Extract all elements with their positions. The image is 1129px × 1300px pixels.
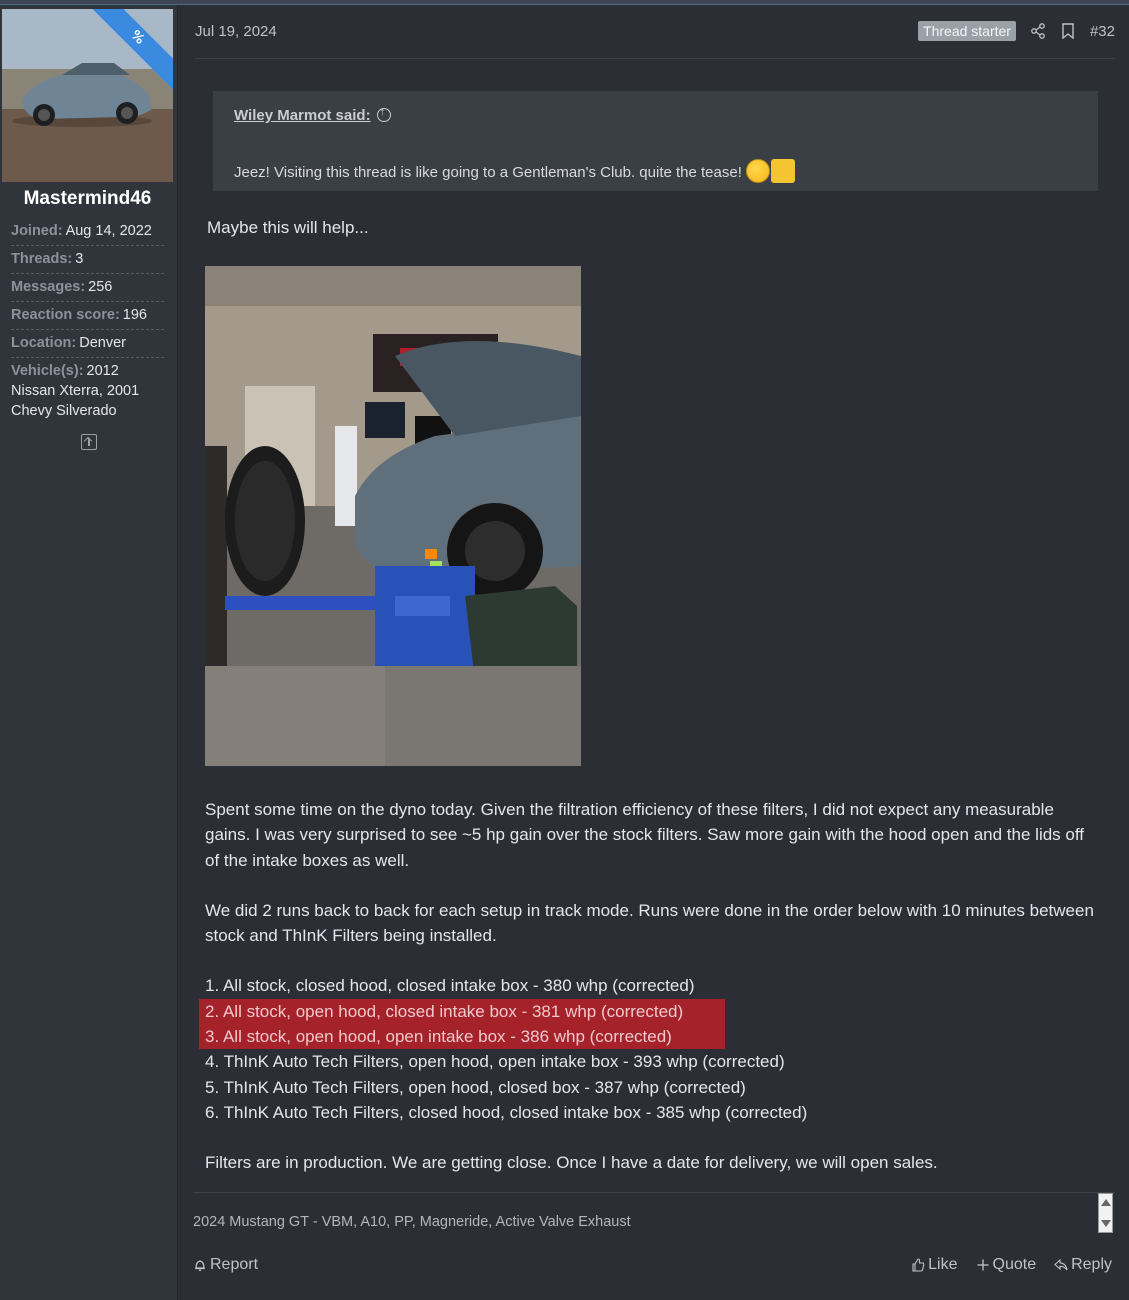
plus-icon [977, 1259, 988, 1271]
collapse-up-icon[interactable] [81, 434, 97, 450]
list-item: 5. ThInK Auto Tech Filters, open hood, c… [205, 1077, 746, 1097]
post-date[interactable]: Jul 19, 2024 [195, 23, 277, 40]
quote-block: Wiley Marmot said: Jeez! Visiting this t… [213, 91, 1098, 191]
share-icon[interactable] [1030, 23, 1046, 39]
post-closing: Filters are in production. We are gettin… [205, 1153, 938, 1173]
signature: 2024 Mustang GT - VBM, A10, PP, Magnerid… [193, 1214, 631, 1230]
post-paragraph-1: Spent some time on the dyno today. Given… [205, 800, 1084, 870]
post-paragraph-2: We did 2 runs back to back for each setu… [205, 900, 1094, 946]
report-label: Report [210, 1256, 259, 1273]
scroll-up-arrow-icon[interactable] [1101, 1199, 1111, 1206]
bell-icon [195, 1260, 205, 1272]
like-button[interactable]: Like [911, 1256, 958, 1274]
dyno-photo[interactable] [205, 266, 581, 766]
quote-button[interactable]: Quote [976, 1256, 1037, 1274]
reply-button[interactable]: Reply [1054, 1256, 1112, 1274]
quote-author[interactable]: Wiley Marmot said: [234, 106, 391, 124]
post-intro: Maybe this will help... [207, 218, 369, 237]
post-main: Jul 19, 2024 Thread starter #32 Wiley Ma… [178, 5, 1129, 1300]
stat-threads: Threads: 3 [11, 246, 164, 274]
list-item: 4. ThInK Auto Tech Filters, open hood, o… [205, 1052, 785, 1072]
user-sidebar: % Mastermind46 Joined: Aug 14, 2022 Threa… [0, 5, 178, 1300]
results-list: 1. All stock, closed hood, closed intake… [199, 973, 1095, 1125]
thumbs-up-icon [912, 1258, 925, 1272]
username[interactable]: Mastermind46 [0, 188, 175, 210]
post-body: Spent some time on the dyno today. Given… [199, 797, 1095, 1201]
scrollbar[interactable] [1098, 1193, 1113, 1233]
wink-emoji-icon [745, 159, 770, 183]
dyno-photo-image [205, 266, 581, 766]
list-item-highlighted: 3. All stock, open hood, open intake box… [199, 1024, 725, 1050]
list-item: 1. All stock, closed hood, closed intake… [205, 976, 695, 996]
stat-messages: Messages: 256 [11, 274, 164, 302]
signature-divider [193, 1192, 1115, 1193]
report-button[interactable]: Report [193, 1256, 258, 1274]
scroll-down-arrow-icon[interactable] [1101, 1220, 1111, 1227]
reply-arrow-icon [1054, 1258, 1068, 1271]
stat-location: Location: Denver [11, 330, 164, 358]
post-header-actions: Thread starter #32 [918, 21, 1115, 41]
header-divider [195, 58, 1115, 59]
like-label: Like [928, 1256, 958, 1273]
post-number[interactable]: #32 [1090, 23, 1115, 40]
stat-reaction-score: Reaction score: 196 [11, 302, 164, 330]
thread-starter-badge: Thread starter [918, 21, 1016, 41]
avatar[interactable]: % [2, 9, 173, 182]
quote-text: Jeez! Visiting this thread is like going… [234, 159, 795, 183]
rofl-emoji-icon [770, 159, 795, 183]
stat-joined: Joined: Aug 14, 2022 [11, 218, 164, 246]
bookmark-icon[interactable] [1060, 23, 1076, 40]
jump-to-quote-icon[interactable] [376, 106, 391, 122]
list-item: 6. ThInK Auto Tech Filters, closed hood,… [205, 1102, 808, 1122]
stat-vehicles: Vehicle(s): 2012 Nissan Xterra, 2001 Chev… [11, 363, 140, 419]
reply-label: Reply [1071, 1256, 1112, 1273]
post-actions: Like Quote Reply [911, 1256, 1112, 1274]
list-item-highlighted: 2. All stock, open hood, closed intake b… [199, 998, 725, 1025]
quote-label: Quote [992, 1256, 1037, 1273]
user-stats: Joined: Aug 14, 2022 Threads: 3 Messages: 2… [11, 218, 164, 425]
